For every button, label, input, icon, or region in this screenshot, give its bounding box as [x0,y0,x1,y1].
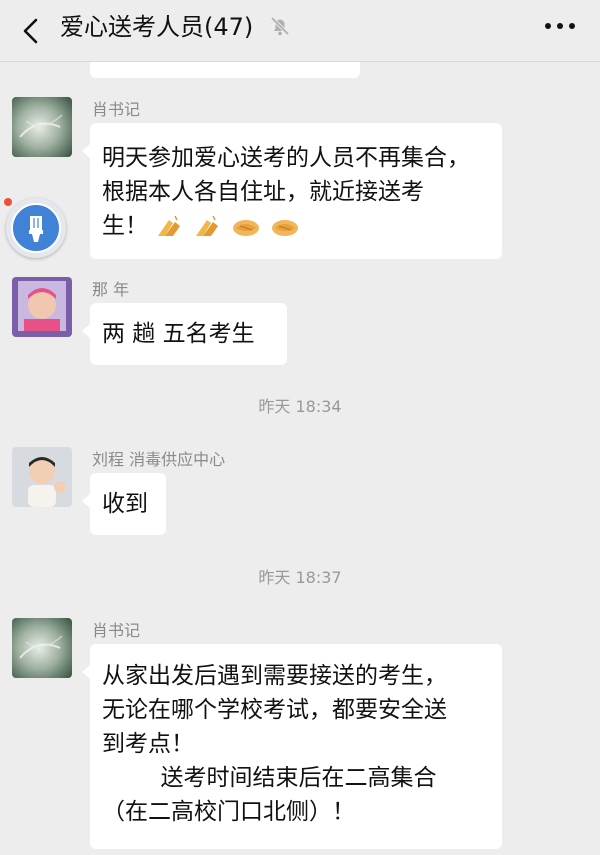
avatar[interactable] [12,277,72,337]
message-text: 两 趟 五名考生 [102,321,255,347]
message-text: 明天参加爱心送考的人员不再集合， [102,145,470,171]
message-bubble[interactable]: 收到 [82,473,166,535]
timestamp: 昨天 18:34 [258,397,342,416]
message-bubble-partial [90,62,360,78]
message-text: 送考时间结束后在二高集合 [102,765,437,791]
message-bubble[interactable]: 明天参加爱心送考的人员不再集合， 根据本人各自住址，就近接送考 生！ [82,123,502,259]
message-bubble[interactable]: 两 趟 五名考生 [82,303,287,365]
chat-header: 爱心送考人员(47) [0,0,600,62]
message-text: 根据本人各自住址，就近接送考 [102,179,424,205]
message-text: 从家出发后遇到需要接送的考生， [102,663,447,689]
chat-title: 爱心送考人员(47) [60,13,254,41]
message-text: （在二高校门口北侧）！ [102,799,355,825]
chevron-left-icon[interactable] [14,14,48,48]
message-text: 无论在哪个学校考试，都要安全送 [102,697,447,723]
message-bubble[interactable]: 从家出发后遇到需要接送的考生， 无论在哪个学校考试，都要安全送 到考点！ 送考时… [82,644,502,849]
handshake-emoji [232,219,259,236]
avatar[interactable] [12,618,72,678]
message-text: 收到 [102,491,148,517]
more-dots-icon[interactable] [540,12,580,40]
avatar[interactable] [12,97,72,157]
avatar[interactable] [12,447,72,507]
clapping-hands-emoji [195,215,218,236]
notification-dot [4,198,12,206]
message-text: 到考点！ [102,731,194,757]
floating-brush-button[interactable] [6,198,66,258]
sender-name: 肖书记 [92,100,141,119]
timestamp: 昨天 18:37 [258,568,342,587]
clapping-hands-emoji [158,215,181,236]
sender-name: 肖书记 [92,621,141,640]
sender-name: 刘程 消毒供应中心 [92,450,226,469]
sender-name: 那 年 [92,280,130,299]
handshake-emoji [272,219,299,236]
message-text: 生！ [102,213,148,239]
bell-muted-icon [270,16,290,36]
brush-icon [11,203,61,253]
